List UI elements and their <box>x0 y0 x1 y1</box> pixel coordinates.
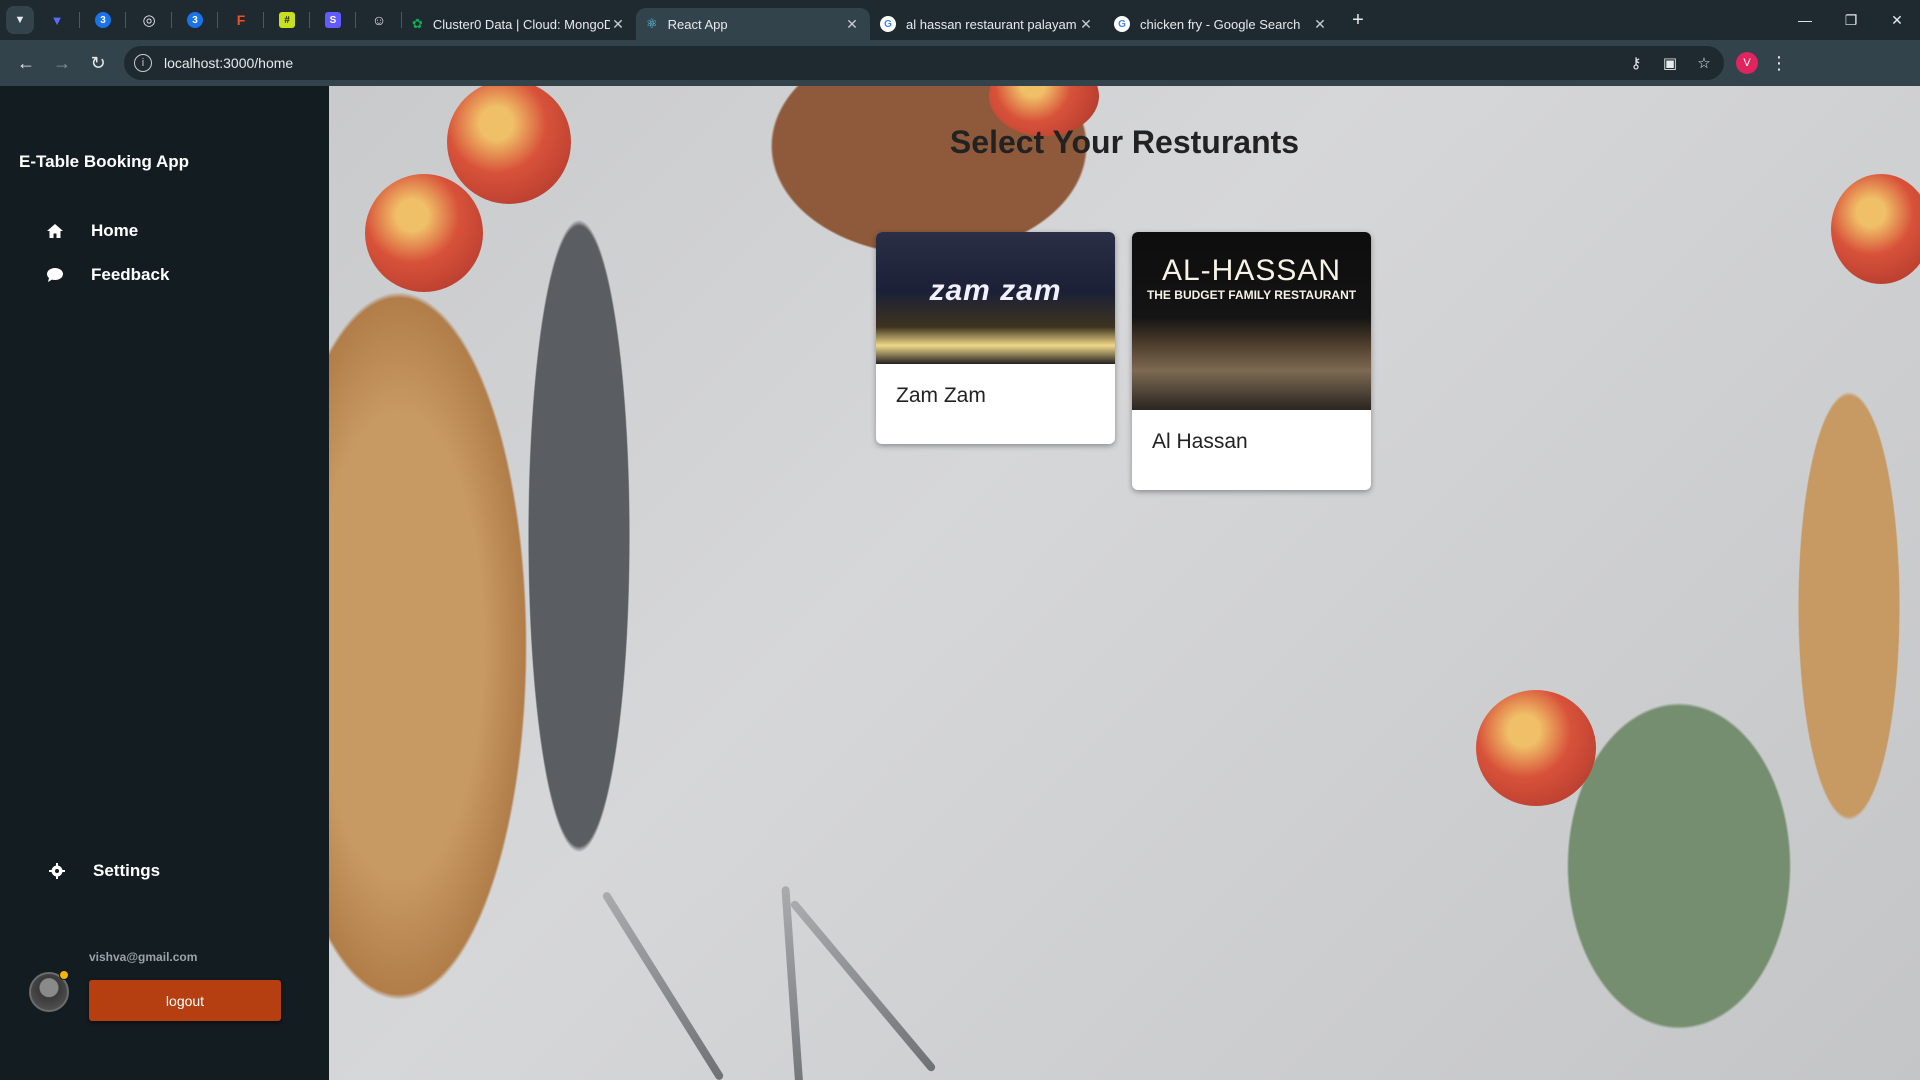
install-app-icon[interactable]: ▣ <box>1660 53 1680 73</box>
url-text: localhost:3000/home <box>164 55 294 71</box>
omnibox-actions: ⚷ ▣ ☆ <box>1626 53 1714 73</box>
close-icon[interactable]: ✕ <box>1312 16 1328 32</box>
close-icon: ✕ <box>1891 11 1903 28</box>
sidebar: E-Table Booking App Home Feedback Settin… <box>0 86 329 1080</box>
apple-decoration <box>1831 174 1920 284</box>
fork-decoration <box>789 899 937 1073</box>
pinned-tab-grid[interactable]: # <box>264 0 310 40</box>
site-info-icon[interactable]: i <box>134 54 152 72</box>
reload-icon: ↻ <box>90 52 106 73</box>
close-icon[interactable]: ✕ <box>610 16 626 32</box>
stripe-icon: S <box>325 12 341 28</box>
restore-icon: ❐ <box>1844 11 1858 28</box>
pinned-tab-vercel[interactable]: ▼ <box>34 0 80 40</box>
password-key-icon[interactable]: ⚷ <box>1626 53 1646 73</box>
tab-title: chicken fry - Google Search <box>1140 16 1301 32</box>
home-icon <box>44 220 66 242</box>
chatgpt-icon: ◎ <box>142 12 156 29</box>
minimize-button[interactable]: — <box>1782 0 1828 40</box>
forward-button[interactable]: → <box>44 45 80 81</box>
reload-button[interactable]: ↻ <box>80 45 116 81</box>
status-dot <box>59 970 69 980</box>
number-3-badge-icon: 3 <box>187 12 203 28</box>
restore-button[interactable]: ❐ <box>1828 0 1874 40</box>
plus-icon: + <box>1352 8 1364 31</box>
logout-button[interactable]: logout <box>89 980 281 1021</box>
restaurant-card-zam-zam[interactable]: zam zam Zam Zam <box>876 232 1115 444</box>
restaurant-sign-text: AL-HASSAN <box>1161 254 1342 287</box>
sidebar-item-label: Settings <box>93 861 161 880</box>
pinned-tab-chatgpt[interactable]: ◎ <box>126 0 172 40</box>
fork-decoration <box>601 890 725 1080</box>
chevron-down-icon: ▼ <box>14 14 26 26</box>
tab-title: al hassan restaurant palayam - Google Se… <box>906 16 1078 32</box>
browser-toolbar: ← → ↻ i localhost:3000/home ⚷ ▣ ☆ V ⋮ <box>0 40 1920 86</box>
browser-menu-icon[interactable]: ⋮ <box>1764 48 1794 78</box>
number-3-badge-icon: 3 <box>95 12 111 28</box>
restaurant-name: Al Hassan <box>1152 430 1248 453</box>
apple-decoration <box>365 174 483 292</box>
vercel-icon: ▼ <box>50 12 64 28</box>
tab-al-hassan-search[interactable]: G al hassan restaurant palayam - Google … <box>870 8 1104 40</box>
tab-search-button[interactable]: ▼ <box>6 6 34 34</box>
pinned-tab-figma[interactable]: F <box>218 0 264 40</box>
user-email: vishva@gmail.com <box>89 950 198 964</box>
mongodb-leaf-icon: ✿ <box>412 16 423 31</box>
tab-title: React App <box>667 16 728 32</box>
tab-mongodb[interactable]: ✿ Cluster0 Data | Cloud: MongoDB ✕ <box>402 8 636 40</box>
restaurant-image: zam zam <box>876 232 1115 364</box>
main-content: Select Your Resturants zam zam Zam Zam A… <box>329 86 1920 1080</box>
pinned-tab-copilot[interactable]: ☺ <box>356 0 402 40</box>
window-close-button[interactable]: ✕ <box>1874 0 1920 40</box>
restaurant-sign-text: zam zam <box>929 274 1062 307</box>
gear-icon <box>46 860 68 882</box>
tab-title: Cluster0 Data | Cloud: MongoDB <box>432 16 610 32</box>
chat-bubble-icon <box>44 264 66 286</box>
arrow-right-icon: → <box>53 52 71 73</box>
back-button[interactable]: ← <box>8 45 44 81</box>
restaurant-image: AL-HASSAN THE BUDGET FAMILY RESTAURANT <box>1132 232 1371 410</box>
restaurant-list: zam zam Zam Zam AL-HASSAN THE BUDGET FAM… <box>876 232 1371 490</box>
pinned-tab-stripe[interactable]: S <box>310 0 356 40</box>
page-title: Select Your Resturants <box>949 124 1300 160</box>
minimize-icon: — <box>1798 12 1812 28</box>
close-icon[interactable]: ✕ <box>1078 16 1094 32</box>
app-brand: E-Table Booking App <box>19 152 189 171</box>
browser-tab-strip: ▼ ▼ 3 ◎ 3 F # S ☺ ✿ Cluster0 Data | Clou… <box>0 0 1920 40</box>
window-controls: — ❐ ✕ <box>1782 0 1920 40</box>
restaurant-sign-subtext: THE BUDGET FAMILY RESTAURANT <box>1146 288 1357 302</box>
pinned-tab-3b[interactable]: 3 <box>172 0 218 40</box>
grid-app-icon: # <box>279 12 295 28</box>
pinned-tab-3a[interactable]: 3 <box>80 0 126 40</box>
apple-decoration <box>1476 690 1596 806</box>
figma-icon: F <box>236 12 246 28</box>
sidebar-item-settings[interactable]: Settings <box>46 860 160 882</box>
react-icon: ⚛ <box>646 16 658 31</box>
arrow-left-icon: ← <box>17 52 35 73</box>
restaurant-card-al-hassan[interactable]: AL-HASSAN THE BUDGET FAMILY RESTAURANT A… <box>1132 232 1371 490</box>
tab-react-app[interactable]: ⚛ React App ✕ <box>636 8 870 40</box>
sidebar-item-label: Feedback <box>91 265 170 284</box>
bookmark-star-icon[interactable]: ☆ <box>1694 53 1714 73</box>
profile-avatar[interactable]: V <box>1736 52 1758 74</box>
restaurant-name: Zam Zam <box>896 384 986 407</box>
pinned-tabs: ▼ 3 ◎ 3 F # S ☺ <box>34 0 402 40</box>
sidebar-item-label: Home <box>91 221 139 240</box>
copilot-icon: ☺ <box>371 12 387 28</box>
address-bar[interactable]: i localhost:3000/home ⚷ ▣ ☆ <box>124 46 1724 80</box>
sidebar-item-feedback[interactable]: Feedback <box>44 264 169 286</box>
google-icon: G <box>1114 16 1130 32</box>
tab-chicken-fry-search[interactable]: G chicken fry - Google Search ✕ <box>1104 8 1338 40</box>
close-icon[interactable]: ✕ <box>844 16 860 32</box>
google-icon: G <box>880 16 896 32</box>
sidebar-item-home[interactable]: Home <box>44 220 138 242</box>
new-tab-button[interactable]: + <box>1342 4 1374 36</box>
